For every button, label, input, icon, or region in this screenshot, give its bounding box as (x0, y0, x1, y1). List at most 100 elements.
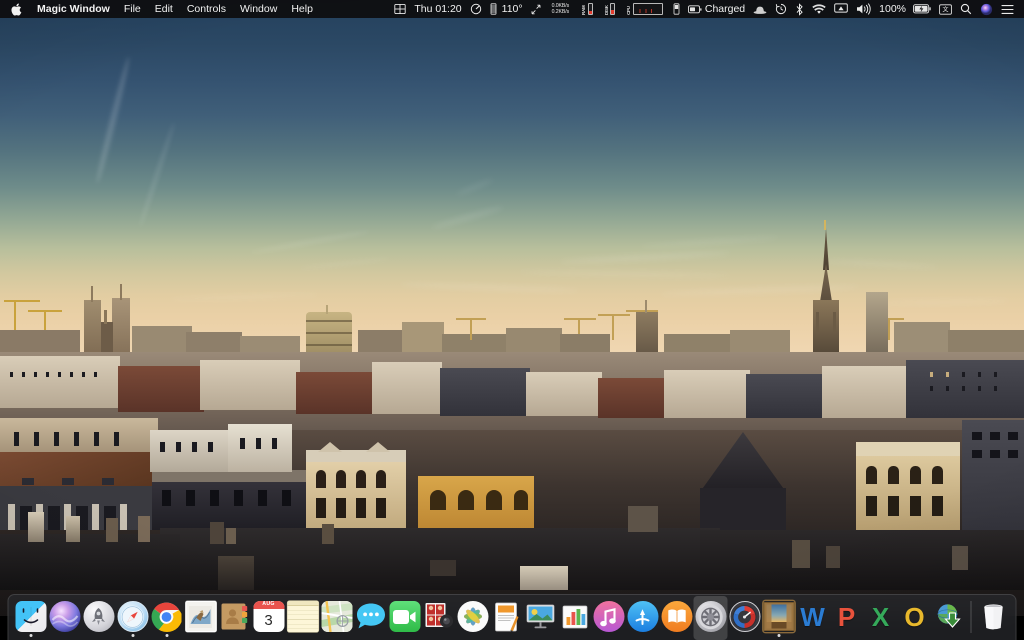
battery-charging-icon[interactable] (909, 0, 935, 18)
window (94, 432, 99, 446)
window (866, 496, 877, 516)
arched-window (866, 466, 877, 484)
column (120, 504, 127, 530)
arch (486, 490, 502, 510)
dock-item-launchpad[interactable] (82, 596, 116, 640)
window (114, 432, 119, 446)
dock-item-itunes[interactable] (592, 596, 626, 640)
volume-icon[interactable] (852, 0, 875, 18)
network-download-speed: 0.2KB/s (551, 9, 570, 15)
charge-status-label: Charged (704, 3, 746, 15)
airplay-icon[interactable] (830, 0, 852, 18)
running-indicator (471, 634, 474, 637)
window (186, 490, 195, 506)
mid-building (526, 372, 602, 416)
menu-app-name[interactable]: Magic Window (30, 0, 117, 18)
speedometer-icon[interactable] (466, 0, 486, 18)
launchpad-rocket-icon (83, 601, 114, 632)
dock-item-chrome[interactable] (150, 596, 184, 640)
charge-status[interactable]: Charged (684, 0, 749, 18)
finder-icon (15, 601, 46, 632)
running-indicator (947, 634, 950, 637)
cpu-history-graph (632, 3, 663, 15)
menu-window[interactable]: Window (233, 0, 284, 18)
resize-arrows-icon[interactable] (527, 0, 545, 18)
cpu-sparkline (634, 9, 661, 13)
search-icon[interactable] (956, 0, 976, 18)
wifi-icon[interactable] (808, 0, 830, 18)
list-lines-icon[interactable] (997, 0, 1019, 18)
network-speed-indicator[interactable]: 0.0KB/s 0.2KB/s (545, 0, 576, 18)
window (356, 498, 366, 518)
cpu-label: CPU (626, 6, 632, 15)
window (54, 432, 59, 446)
bluetooth-icon[interactable] (791, 0, 808, 18)
dock-item-keynote[interactable] (524, 596, 558, 640)
time-machine-icon[interactable] (771, 0, 791, 18)
arch (458, 490, 474, 510)
dock-item-activity-monitor[interactable] (728, 596, 762, 640)
dock-item-messages[interactable] (354, 596, 388, 640)
dock-item-mail[interactable] (184, 596, 218, 640)
battery-percent-label[interactable]: 100% (875, 0, 909, 18)
running-indicator (505, 634, 508, 637)
cpu-usage-indicator[interactable]: CPU (621, 0, 669, 18)
bowler-hat-icon[interactable] (749, 0, 771, 18)
dock-item-outlook[interactable]: O (898, 596, 932, 640)
dock-item-excel[interactable]: X (864, 596, 898, 640)
menu-edit[interactable]: Edit (148, 0, 180, 18)
disk-gauge-bar (610, 3, 616, 15)
dock-item-word[interactable]: W (796, 596, 830, 640)
ram-usage-indicator[interactable]: RAM (576, 0, 599, 18)
input-source-icon[interactable]: 文 (935, 0, 956, 18)
dock-item-system-preferences[interactable] (693, 596, 728, 640)
siri-icon (49, 601, 80, 632)
window (272, 438, 277, 449)
dock-item-magic-window[interactable] (762, 596, 796, 640)
dock-item-trash[interactable] (977, 596, 1011, 640)
dock-item-app-store[interactable] (626, 596, 660, 640)
apple-logo-icon[interactable] (5, 0, 30, 18)
disk-gauge-fill (611, 10, 615, 14)
dock-item-calendar[interactable]: AUG 3 (252, 596, 286, 640)
menu-bar-clock[interactable]: Thu 01:20 (410, 0, 465, 18)
safari-compass-icon (117, 601, 148, 632)
dock-item-ibooks[interactable] (660, 596, 694, 640)
disk-usage-indicator[interactable]: DISK (599, 0, 622, 18)
dock-item-numbers[interactable] (558, 596, 592, 640)
menu-controls[interactable]: Controls (180, 0, 233, 18)
menu-file[interactable]: File (117, 0, 148, 18)
mail-stamp-icon (185, 601, 216, 632)
dock-item-siri[interactable] (48, 596, 82, 640)
dock-item-facetime[interactable] (388, 596, 422, 640)
dock-item-downloads[interactable] (932, 596, 966, 640)
dock-item-safari[interactable] (116, 596, 150, 640)
dock-item-notes[interactable] (286, 596, 320, 640)
disk-label: DISK (603, 5, 609, 15)
dock-item-finder[interactable] (14, 596, 48, 640)
arched-window (910, 466, 921, 484)
cpu-temperature[interactable]: 110° (501, 0, 527, 18)
siri-icon[interactable] (976, 0, 997, 18)
arched-window (336, 470, 346, 488)
dock-item-pages[interactable] (490, 596, 524, 640)
window (962, 386, 965, 391)
battery-icon[interactable] (669, 0, 684, 18)
grid-view-icon[interactable] (390, 0, 410, 18)
window (46, 372, 49, 377)
dock-item-photos[interactable] (456, 596, 490, 640)
dock-item-photo-booth[interactable] (422, 596, 456, 640)
window (176, 442, 181, 452)
dock: AUG 3 W P X O (7, 594, 1017, 640)
fan-speed-icon[interactable] (486, 0, 501, 18)
arched-window (376, 470, 386, 488)
mid-building (746, 374, 826, 418)
desktop-wallpaper (0, 0, 1024, 640)
dock-item-maps[interactable] (320, 596, 354, 640)
magic-window-icon (763, 601, 794, 632)
window (930, 386, 933, 391)
crane (470, 318, 472, 340)
dock-item-contacts[interactable] (218, 596, 252, 640)
menu-help[interactable]: Help (284, 0, 320, 18)
dock-item-powerpoint[interactable]: P (830, 596, 864, 640)
